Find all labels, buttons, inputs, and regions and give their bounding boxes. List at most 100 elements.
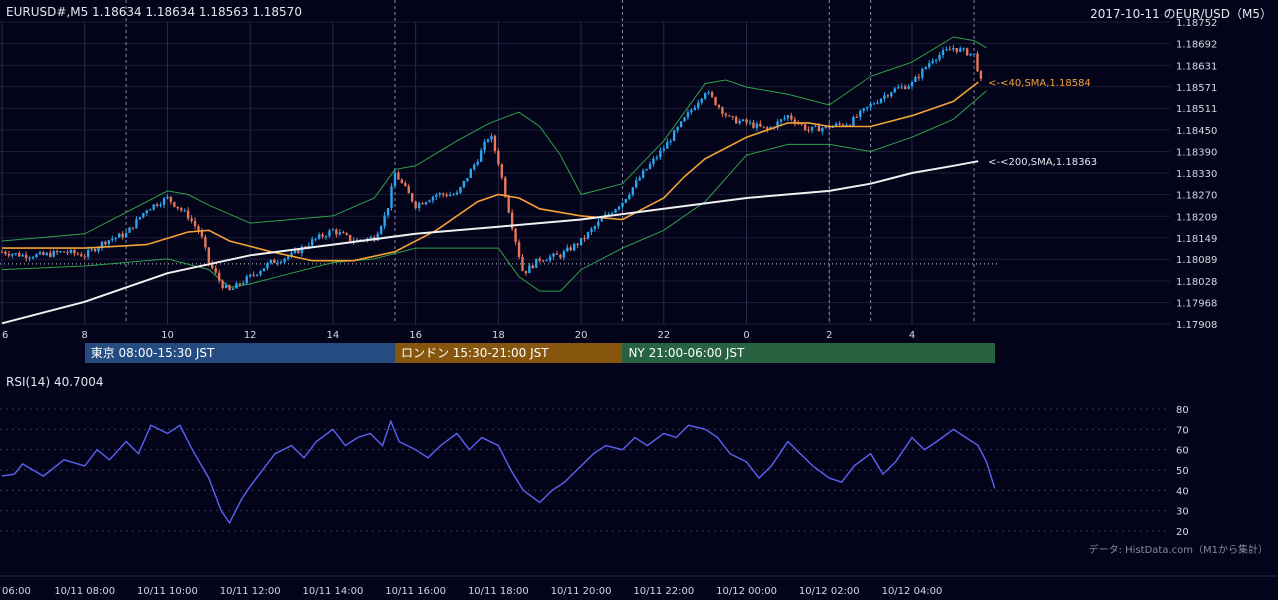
price-tick-label: 1.17908 bbox=[1176, 320, 1217, 331]
candle-down bbox=[728, 115, 731, 117]
candle-up bbox=[111, 238, 114, 241]
candle-up bbox=[269, 259, 273, 264]
candle-up bbox=[242, 283, 245, 285]
candle-down bbox=[238, 283, 242, 285]
candle-up bbox=[328, 230, 331, 237]
candle-down bbox=[342, 232, 345, 234]
price-tick-label: 1.18450 bbox=[1176, 126, 1217, 137]
candle-up bbox=[617, 206, 621, 210]
price-tick-label: 1.18390 bbox=[1176, 148, 1217, 159]
candle-down bbox=[93, 248, 97, 252]
candle-down bbox=[73, 249, 76, 254]
candle-up bbox=[152, 204, 155, 210]
bottom-time-tick-label: 10/11 16:00 bbox=[385, 586, 446, 597]
candle-up bbox=[379, 226, 383, 234]
candle-up bbox=[417, 203, 421, 209]
candle-up bbox=[655, 157, 659, 159]
candle-down bbox=[66, 252, 69, 254]
candle-up bbox=[149, 209, 152, 211]
candle-down bbox=[507, 196, 510, 213]
candle-up bbox=[672, 130, 676, 142]
candle-up bbox=[652, 158, 655, 164]
candle-up bbox=[821, 127, 824, 132]
candle-up bbox=[865, 106, 869, 109]
candle-up bbox=[669, 141, 672, 143]
candle-down bbox=[186, 210, 190, 219]
rsi-series-line bbox=[1, 419, 996, 525]
candle-down bbox=[759, 123, 762, 127]
candle-down bbox=[514, 228, 517, 243]
candle-down bbox=[555, 253, 559, 255]
candle-down bbox=[807, 129, 810, 131]
bottom-time-tick-label: 06:00 bbox=[2, 586, 31, 597]
price-tick-label: 1.18631 bbox=[1176, 61, 1217, 72]
candle-up bbox=[314, 238, 317, 240]
price-tick-label: 1.18089 bbox=[1176, 255, 1217, 266]
symbol-info: EURUSD#,M5 1.18634 1.18634 1.18563 1.185… bbox=[6, 5, 302, 19]
sma-line bbox=[2, 81, 979, 262]
time-tick-label: 8 bbox=[82, 330, 88, 341]
candle-up bbox=[686, 112, 690, 118]
bollinger-band-line bbox=[1, 90, 987, 292]
candle-down bbox=[0, 251, 4, 253]
candle-up bbox=[183, 210, 186, 212]
candle-up bbox=[428, 200, 431, 203]
candle-up bbox=[648, 163, 652, 169]
candle-up bbox=[338, 232, 342, 235]
candle-down bbox=[400, 179, 404, 183]
candle-up bbox=[928, 63, 931, 68]
candle-up bbox=[579, 238, 583, 245]
candle-down bbox=[273, 259, 276, 264]
candle-up bbox=[610, 212, 614, 214]
candle-up bbox=[659, 150, 662, 158]
candle-down bbox=[517, 242, 521, 257]
candle-down bbox=[49, 252, 52, 257]
candle-down bbox=[80, 254, 83, 257]
candle-up bbox=[255, 274, 259, 276]
rsi-tick-label: 50 bbox=[1176, 466, 1189, 477]
candle-up bbox=[286, 256, 290, 259]
rsi-tick-label: 80 bbox=[1176, 405, 1189, 416]
time-tick-label: 12 bbox=[244, 330, 257, 341]
candle-up bbox=[486, 139, 490, 142]
candle-down bbox=[42, 252, 45, 255]
candle-up bbox=[142, 213, 145, 218]
candle-down bbox=[576, 243, 579, 245]
time-tick-label: 0 bbox=[743, 330, 749, 341]
bottom-time-tick-label: 10/11 10:00 bbox=[137, 586, 198, 597]
candle-up bbox=[431, 196, 435, 201]
rsi-line bbox=[1, 419, 996, 525]
candle-up bbox=[21, 254, 24, 257]
candle-up bbox=[390, 186, 393, 208]
bottom-time-tick-label: 10/11 20:00 bbox=[551, 586, 612, 597]
candle-down bbox=[297, 250, 300, 254]
candle-down bbox=[559, 254, 562, 258]
candle-down bbox=[321, 234, 324, 237]
candle-down bbox=[886, 95, 890, 97]
price-candles bbox=[0, 44, 983, 291]
candle-up bbox=[876, 102, 879, 104]
candle-up bbox=[586, 232, 590, 239]
candle-up bbox=[262, 268, 266, 272]
candle-down bbox=[200, 231, 204, 237]
candle-up bbox=[435, 194, 438, 197]
candle-up bbox=[810, 126, 814, 131]
bollinger-bands bbox=[1, 36, 987, 292]
session-block: 東京 08:00-15:30 JST bbox=[84, 343, 395, 363]
candle-up bbox=[628, 194, 631, 199]
candle-down bbox=[407, 186, 410, 194]
candle-down bbox=[504, 177, 507, 197]
bottom-time-tick-label: 10/12 00:00 bbox=[716, 586, 777, 597]
candle-down bbox=[221, 280, 224, 289]
candle-down bbox=[497, 150, 500, 165]
candle-up bbox=[311, 239, 314, 246]
candle-up bbox=[638, 177, 641, 181]
price-grid bbox=[0, 21, 1170, 325]
candle-down bbox=[521, 256, 524, 271]
candle-down bbox=[903, 86, 907, 89]
candle-up bbox=[572, 243, 576, 251]
candle-up bbox=[462, 180, 466, 188]
candle-up bbox=[166, 196, 169, 199]
candle-up bbox=[138, 217, 142, 220]
candle-up bbox=[703, 93, 707, 99]
